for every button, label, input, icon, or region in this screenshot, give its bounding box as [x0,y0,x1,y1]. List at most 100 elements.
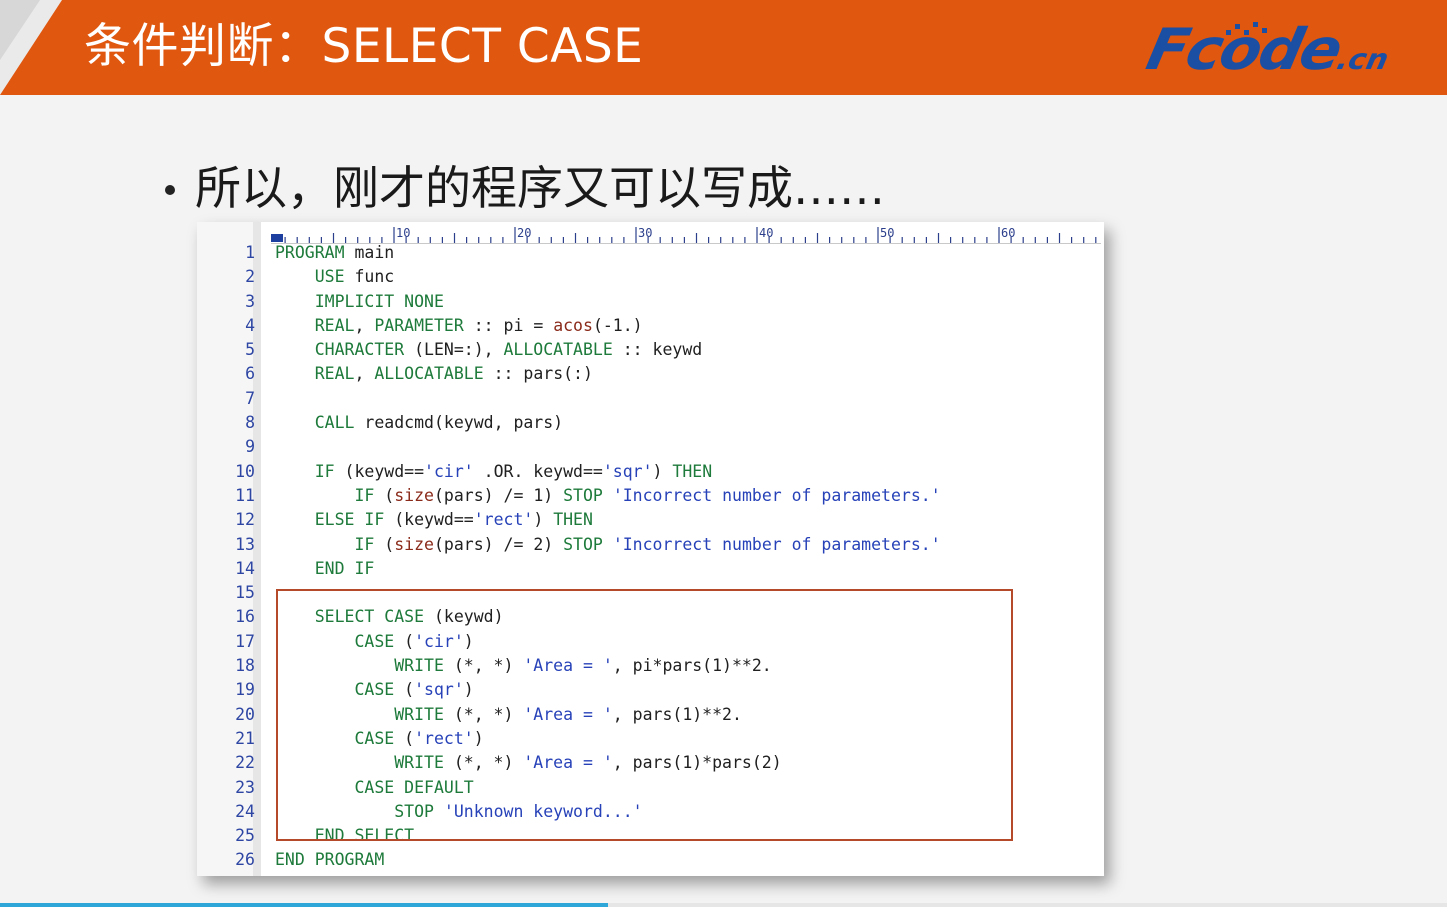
code-line[interactable]: 12 ELSE IF (keywd=='rect') THEN [197,508,1104,532]
line-number: 7 [245,388,255,408]
ruler-label: 20 [517,226,532,240]
code-token: STOP [394,801,434,821]
code-line[interactable]: 8 CALL readcmd(keywd, pars) [197,411,1104,435]
line-code: WRITE (*, *) 'Area = ', pi*pars(1)**2. [275,654,772,678]
code-token: END IF [314,558,375,578]
bullet-dot-icon [165,185,175,195]
code-token: ALLOCATABLE [503,340,613,360]
code-line[interactable]: 5 CHARACTER (LEN=:), ALLOCATABLE :: keyw… [197,338,1104,362]
line-code: IF (size(pars) /= 1) STOP 'Incorrect num… [275,484,940,508]
code-line[interactable]: 2 USE func [197,265,1104,289]
code-line[interactable]: 11 IF (size(pars) /= 1) STOP 'Incorrect … [197,484,1104,508]
code-token: 'rect' [473,510,534,530]
ruler-label: 30 [638,226,653,240]
code-line[interactable]: 3 IMPLICIT NONE [197,290,1104,314]
code-line[interactable]: 14 END IF [197,557,1104,581]
code-line[interactable]: 25 END SELECT [197,824,1104,848]
code-token: ( [394,728,415,748]
line-number: 12 [235,510,255,530]
code-line[interactable]: 10 IF (keywd=='cir' .OR. keywd=='sqr') T… [197,460,1104,484]
code-token: , pars(1)**2. [612,704,742,724]
line-code: IMPLICIT NONE [275,290,444,314]
code-token: SELECT CASE [314,607,425,627]
code-token: ( [394,680,415,700]
code-token: CALL [314,413,355,433]
code-line[interactable]: 21 CASE ('rect') [197,727,1104,751]
code-line[interactable]: 17 CASE ('cir') [197,630,1104,654]
code-line[interactable]: 23 CASE DEFAULT [197,776,1104,800]
playback-progress-fill [0,903,608,907]
code-token: (pars) /= 2) [433,534,564,554]
code-line[interactable]: 13 IF (size(pars) /= 2) STOP 'Incorrect … [197,533,1104,557]
line-code: PROGRAM main [275,241,394,265]
code-editor-window[interactable]: 10 20 30 40 50 60 1 PROGRAM main 2 USE func 3 IM… [197,222,1104,876]
line-number: 16 [235,607,255,627]
line-number: 11 [235,485,255,505]
code-line[interactable]: 15 [197,581,1104,605]
code-lines[interactable]: 1 PROGRAM main 2 USE func 3 IMPLICIT NONE 4 … [197,241,1104,873]
code-token: 'Area = ' [523,753,613,773]
line-number: 26 [235,850,255,870]
line-code: CASE DEFAULT [275,776,473,800]
line-number: 4 [245,315,255,335]
code-line[interactable]: 19 CASE ('sqr') [197,678,1104,702]
code-line[interactable]: 26 END PROGRAM [197,848,1104,872]
code-line[interactable]: 16 SELECT CASE (keywd) [197,605,1104,629]
line-code: WRITE (*, *) 'Area = ', pars(1)**2. [275,703,742,727]
code-token: (-1.) [592,315,643,335]
line-number: 9 [245,437,255,457]
line-code: IF (keywd=='cir' .OR. keywd=='sqr') THEN [275,460,712,484]
code-line[interactable]: 4 REAL, PARAMETER :: pi = acos(-1.) [197,314,1104,338]
code-line[interactable]: 24 STOP 'Unknown keyword...' [197,800,1104,824]
line-number: 6 [245,364,255,384]
code-token: (*, *) [443,656,524,676]
code-token: CASE [354,631,395,651]
code-token: THEN [672,461,713,481]
code-token: USE [314,267,345,287]
code-token: (*, *) [443,704,524,724]
code-line[interactable]: 22 WRITE (*, *) 'Area = ', pars(1)*pars(… [197,751,1104,775]
slide-header: 条件判断：SELECT CASE Fcode.cn [0,0,1447,95]
code-token: END SELECT [314,826,415,846]
playback-progress-track[interactable] [0,903,1447,907]
code-token: ( [374,534,395,554]
code-token: :: pi = [463,315,554,335]
code-token: IF [314,461,335,481]
code-token: ) [533,510,554,530]
code-line[interactable]: 6 REAL, ALLOCATABLE :: pars(:) [197,362,1104,386]
code-line[interactable]: 7 [197,387,1104,411]
line-number: 17 [235,631,255,651]
code-token: , [354,315,375,335]
code-line[interactable]: 20 WRITE (*, *) 'Area = ', pars(1)**2. [197,703,1104,727]
code-token: func [344,267,395,287]
line-number: 24 [235,801,255,821]
code-line[interactable]: 18 WRITE (*, *) 'Area = ', pi*pars(1)**2… [197,654,1104,678]
code-token: , pi*pars(1)**2. [612,656,772,676]
slide-title: 条件判断：SELECT CASE [84,19,644,74]
code-token: IMPLICIT NONE [314,291,444,311]
code-line[interactable]: 9 [197,435,1104,459]
line-number: 20 [235,704,255,724]
code-token: 'sqr' [414,680,464,700]
code-token: size [394,485,434,505]
line-number: 2 [245,267,255,287]
code-token: (keywd== [384,510,474,530]
code-token: readcmd(keywd, pars) [354,413,564,433]
code-token: ) [463,631,474,651]
code-line[interactable]: 1 PROGRAM main [197,241,1104,265]
line-number: 3 [245,291,255,311]
code-token: END PROGRAM [275,850,385,870]
